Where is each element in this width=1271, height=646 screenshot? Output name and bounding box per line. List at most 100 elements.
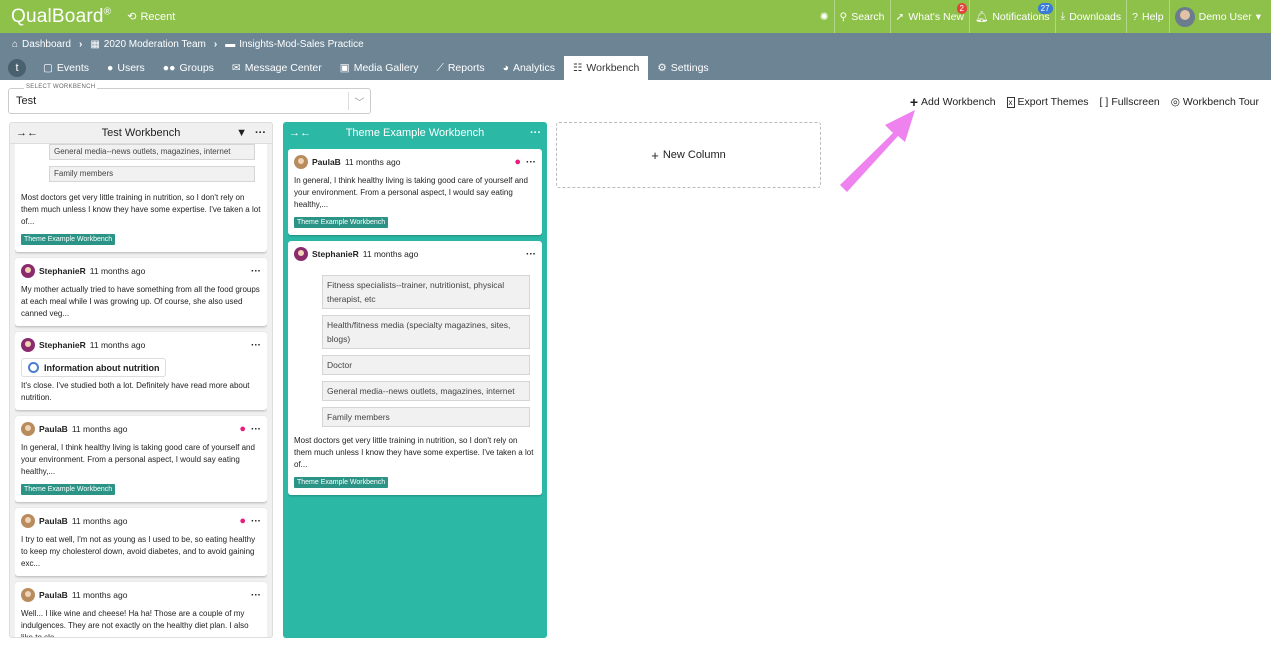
- tab-settings[interactable]: ⚙ Settings: [648, 56, 717, 80]
- workbench-select-label: SELECT WORKBENCH: [24, 84, 98, 90]
- breadcrumb: ⌂ Dashboard › ▦ 2020 Moderation Team › ▬…: [0, 33, 1271, 56]
- whats-new-button[interactable]: ➚ What's New 2: [889, 0, 970, 33]
- search-button[interactable]: ⚲ Search: [833, 0, 890, 33]
- top-bar: QualBoard® ⟲ Recent ✺ ⚲ Search ➚ What's New…: [0, 0, 1271, 33]
- list-item[interactable]: PaulaB 11 months ago ● ··· In general, I th…: [15, 416, 267, 502]
- list-item[interactable]: StephanieR 11 months ago ··· Information a…: [15, 332, 267, 410]
- list-item[interactable]: StephanieR 11 months ago ··· Fitness speci…: [288, 241, 542, 495]
- column-title: Test Workbench: [101, 127, 181, 139]
- search-icon: ⚲: [839, 10, 848, 23]
- breadcrumb-dashboard[interactable]: Dashboard: [22, 39, 71, 50]
- more-icon[interactable]: ···: [251, 340, 261, 351]
- filter-icon[interactable]: ▼: [236, 127, 247, 139]
- list-item[interactable]: PaulaB 11 months ago ● ··· In general, I th…: [288, 149, 542, 235]
- collapse-icon[interactable]: →←: [16, 127, 38, 139]
- user-menu[interactable]: Demo User ▾: [1168, 0, 1271, 33]
- avatar: [21, 422, 35, 436]
- excel-icon: x: [1006, 96, 1015, 108]
- folder-icon: ▬: [225, 39, 236, 50]
- tab-groups[interactable]: ●● Groups: [154, 56, 223, 80]
- project-icon[interactable]: t: [8, 59, 26, 77]
- gear-icon: ⚙: [657, 62, 667, 74]
- response-text: Well... I like wine and cheese! Ha ha! T…: [21, 609, 249, 637]
- help-button[interactable]: ? Help: [1126, 0, 1168, 33]
- more-icon[interactable]: ···: [255, 127, 266, 139]
- lightbulb-icon[interactable]: ●: [239, 515, 246, 527]
- more-icon[interactable]: ···: [251, 590, 261, 601]
- response-text: I try to eat well, I'm not as young as I…: [21, 535, 256, 568]
- workbench-select[interactable]: Test ﹀: [8, 88, 371, 114]
- new-column-button[interactable]: + New Column: [556, 122, 821, 188]
- response-option: Fitness specialists--trainer, nutritioni…: [322, 275, 530, 309]
- more-icon[interactable]: ···: [530, 127, 541, 139]
- more-icon[interactable]: ···: [251, 266, 261, 277]
- response-text: In general, I think healthy living is ta…: [21, 443, 255, 476]
- calendar-icon: ▢: [43, 62, 53, 74]
- notifications-button[interactable]: 🔔︎ Notifications 27: [969, 0, 1055, 33]
- response-text: It's close. I've studied both a lot. Def…: [21, 381, 250, 402]
- workbench-toolbar: + Add Workbench x Export Themes [ ] Fullscr…: [910, 94, 1259, 110]
- list-item[interactable]: StephanieR 11 months ago ··· My mother act…: [15, 258, 267, 326]
- recent-icon: ⟲: [127, 11, 137, 23]
- avatar: [294, 247, 308, 261]
- breadcrumb-team[interactable]: 2020 Moderation Team: [104, 39, 206, 50]
- columns-icon: ☷: [572, 62, 583, 74]
- list-item[interactable]: PaulaB 11 months ago ··· Well... I like wi…: [15, 582, 267, 637]
- chevron-right-icon: ›: [213, 39, 218, 50]
- tab-workbench[interactable]: ☷ Workbench: [563, 56, 649, 80]
- fullscreen-button[interactable]: [ ] Fullscreen: [1100, 94, 1160, 110]
- circle-icon: [28, 362, 39, 373]
- whats-new-badge: 2: [956, 3, 967, 14]
- envelope-icon: ✉: [231, 62, 241, 74]
- collapse-icon[interactable]: →←: [289, 127, 311, 139]
- response-text: Most doctors get very little training in…: [294, 436, 534, 469]
- users-icon: ●●: [162, 62, 176, 74]
- response-option: General media--news outlets, magazines, …: [49, 144, 255, 160]
- info-chip: Information about nutrition: [21, 358, 167, 377]
- export-themes-button[interactable]: x Export Themes: [1006, 94, 1089, 110]
- response-option: Doctor: [322, 355, 530, 375]
- brain-icon[interactable]: ✺: [815, 0, 834, 33]
- building-icon: ▦: [90, 39, 100, 50]
- help-icon: ?: [1132, 10, 1138, 23]
- home-icon: ⌂: [12, 39, 19, 50]
- avatar: [21, 514, 35, 528]
- pie-chart-icon: ◕: [502, 62, 509, 74]
- lightbulb-icon[interactable]: ●: [514, 156, 521, 168]
- avatar: [294, 155, 308, 169]
- workbench-tour-button[interactable]: ◎ Workbench Tour: [1171, 94, 1259, 110]
- annotation-arrow-icon: [840, 110, 915, 192]
- user-icon: ●: [107, 62, 114, 74]
- tab-analytics[interactable]: ◕ Analytics: [494, 56, 564, 80]
- caret-down-icon: ▾: [1255, 10, 1261, 23]
- breadcrumb-project[interactable]: Insights-Mod-Sales Practice: [239, 39, 364, 50]
- tab-message-center[interactable]: ✉ Message Center: [223, 56, 331, 80]
- response-option: Family members: [322, 407, 530, 427]
- response-text: My mother actually tried to have somethi…: [21, 285, 260, 318]
- response-option: General media--news outlets, magazines, …: [322, 381, 530, 401]
- theme-tag[interactable]: Theme Example Workbench: [294, 477, 389, 488]
- tab-media-gallery[interactable]: ▣ Media Gallery: [331, 56, 428, 80]
- downloads-button[interactable]: ⤓ Downloads: [1054, 0, 1127, 33]
- notifications-badge: 27: [1037, 3, 1053, 14]
- theme-tag[interactable]: Theme Example Workbench: [21, 484, 116, 495]
- lifebuoy-icon: ◎: [1170, 96, 1180, 108]
- app-logo[interactable]: QualBoard®: [0, 6, 111, 28]
- recent-button[interactable]: ⟲ Recent: [127, 10, 175, 24]
- more-icon[interactable]: ···: [526, 249, 536, 260]
- avatar: [21, 264, 35, 278]
- theme-workbench-column: →← Theme Example Workbench ··· PaulaB 11 …: [283, 122, 547, 638]
- list-item[interactable]: PaulaB 11 months ago ● ··· I try to eat wel…: [15, 508, 267, 576]
- theme-tag[interactable]: Theme Example Workbench: [294, 217, 389, 228]
- chevron-down-icon[interactable]: ﹀: [348, 92, 370, 110]
- avatar: [21, 338, 35, 352]
- list-item[interactable]: General media--news outlets, magazines, …: [15, 144, 267, 252]
- avatar: [1174, 6, 1195, 27]
- response-text: In general, I think healthy living is ta…: [294, 176, 528, 209]
- tab-reports[interactable]: ⟋ Reports: [427, 56, 493, 80]
- tab-events[interactable]: ▢ Events: [34, 56, 98, 80]
- lightbulb-icon[interactable]: ●: [239, 423, 246, 435]
- tab-users[interactable]: ● Users: [98, 56, 154, 80]
- theme-tag[interactable]: Theme Example Workbench: [21, 234, 116, 245]
- test-workbench-column: →← Test Workbench ▼ ··· General media--ne…: [9, 122, 273, 638]
